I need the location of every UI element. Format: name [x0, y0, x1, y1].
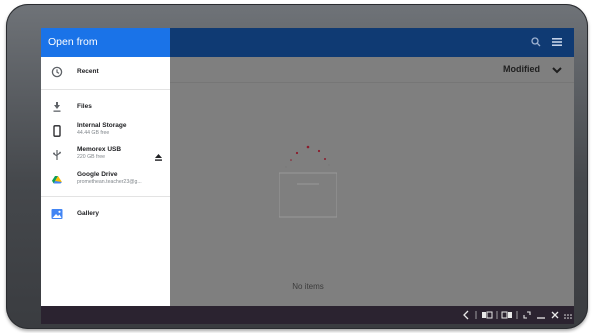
- divider-mark: [515, 309, 519, 321]
- drawer-divider: [41, 196, 170, 197]
- nav-item-files[interactable]: Files: [41, 94, 170, 118]
- nav-item-internal-storage[interactable]: Internal Storage 44.44 GB free: [41, 118, 170, 142]
- back-icon[interactable]: [461, 309, 471, 321]
- list-view-icon[interactable]: [551, 36, 563, 48]
- navigation-drawer: Open from Recent Files Internal Storage …: [41, 28, 170, 306]
- gallery-icon: [51, 207, 63, 219]
- nav-label-files: Files: [77, 103, 92, 110]
- divider-mark: [474, 309, 478, 321]
- empty-folder-illustration: [278, 143, 338, 247]
- nav-label-google-drive: Google Drive: [77, 171, 118, 178]
- split-window-icon[interactable]: [480, 309, 494, 321]
- grid-icon[interactable]: [563, 309, 572, 321]
- nav-label-gallery: Gallery: [77, 210, 100, 217]
- sort-bar: Modified: [170, 57, 574, 83]
- clock-icon: [51, 65, 63, 78]
- download-icon: [51, 100, 63, 112]
- drawer-title: Open from: [48, 36, 98, 48]
- empty-message: No items: [292, 282, 324, 291]
- usb-icon: [51, 148, 63, 160]
- phone-icon: [51, 124, 63, 137]
- drawer-divider: [41, 89, 170, 90]
- sort-label[interactable]: Modified: [503, 64, 540, 74]
- nav-item-google-drive[interactable]: Google Drive promethean.teacher23@g...: [41, 167, 170, 191]
- drawer-header: Open from: [41, 28, 170, 57]
- split-window-right-icon[interactable]: [500, 309, 514, 321]
- search-icon[interactable]: [530, 36, 542, 48]
- google-drive-icon: [51, 173, 63, 185]
- nav-label-internal-storage: Internal Storage: [77, 122, 127, 129]
- screen: Modified No items Open from Recent Files…: [41, 28, 574, 324]
- divider-mark: [495, 309, 499, 321]
- eject-icon[interactable]: [154, 149, 163, 161]
- system-shelf: [41, 306, 574, 324]
- chevron-down-icon[interactable]: [550, 63, 564, 77]
- nav-subtitle-internal-storage: 44.44 GB free: [77, 130, 110, 136]
- minimize-icon[interactable]: [535, 309, 547, 321]
- nav-label-memorex-usb: Memorex USB: [77, 146, 122, 153]
- nav-item-recent[interactable]: Recent: [41, 57, 170, 86]
- nav-subtitle-google-drive: promethean.teacher23@g...: [77, 179, 142, 185]
- maximize-icon[interactable]: [521, 309, 533, 321]
- nav-subtitle-memorex-usb: 220 GB free: [77, 154, 105, 160]
- device-bezel: Modified No items Open from Recent Files…: [6, 4, 588, 329]
- nav-label-recent: Recent: [77, 68, 99, 75]
- nav-item-memorex-usb[interactable]: Memorex USB 220 GB free: [41, 142, 170, 166]
- close-icon[interactable]: [549, 309, 561, 321]
- nav-item-gallery[interactable]: Gallery: [41, 202, 170, 226]
